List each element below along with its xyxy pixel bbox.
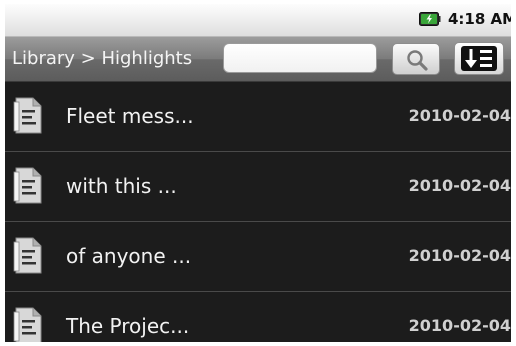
list-item-date: 2010-02-04 <box>408 176 511 195</box>
document-icon <box>13 237 42 274</box>
list-item-title: with this ... <box>66 174 177 198</box>
list-item[interactable]: of anyone ... 2010-02-04 <box>5 222 511 292</box>
list-item-title: The Projec... <box>66 314 190 338</box>
device-screen: 4:18 AM Library > Highlights Fleet mess.… <box>5 4 511 342</box>
highlights-list: Fleet mess... 2010-02-04 with this ... 2… <box>5 82 511 342</box>
document-icon <box>13 167 42 204</box>
title-bar: Library > Highlights <box>5 37 511 82</box>
list-item-date: 2010-02-04 <box>408 246 511 265</box>
breadcrumb[interactable]: Library > Highlights <box>12 48 192 69</box>
status-clock: 4:18 AM <box>448 10 511 28</box>
list-item-date: 2010-02-04 <box>408 316 511 335</box>
list-item[interactable]: Fleet mess... 2010-02-04 <box>5 82 511 152</box>
document-icon <box>13 307 42 342</box>
sort-icon <box>465 49 492 68</box>
search-button[interactable] <box>392 43 440 75</box>
sort-button[interactable] <box>454 42 504 75</box>
list-item-title: of anyone ... <box>66 244 192 268</box>
list-item-date: 2010-02-04 <box>408 106 511 125</box>
list-item[interactable]: with this ... 2010-02-04 <box>5 152 511 222</box>
search-input[interactable] <box>223 43 377 73</box>
document-icon <box>13 97 42 134</box>
battery-icon <box>419 12 441 26</box>
sort-icon-background <box>461 46 497 71</box>
status-bar: 4:18 AM <box>5 4 511 37</box>
list-item-title: Fleet mess... <box>66 104 194 128</box>
list-item[interactable]: The Projec... 2010-02-04 <box>5 292 511 342</box>
search-icon <box>407 50 428 71</box>
